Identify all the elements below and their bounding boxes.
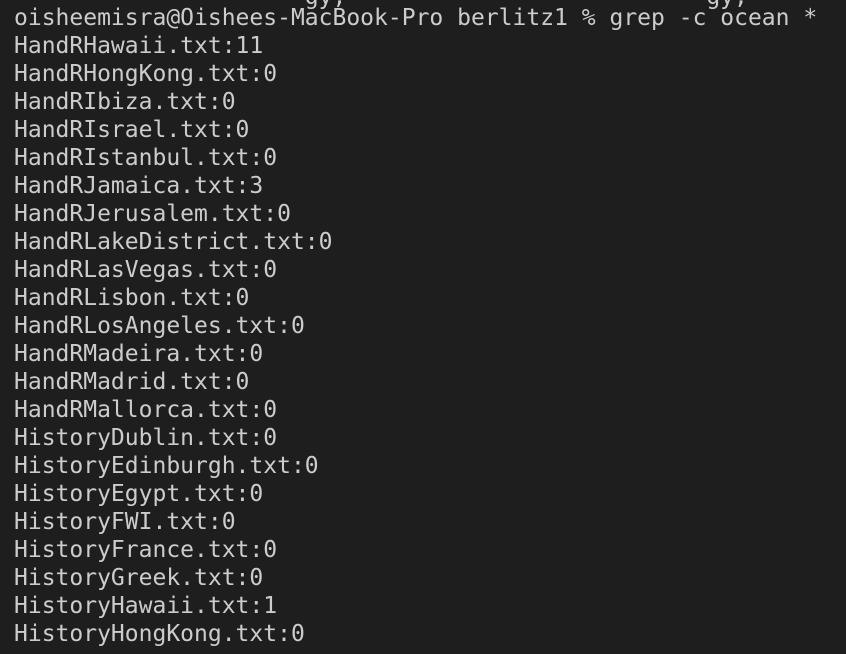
prompt-command: grep -c ocean * xyxy=(609,5,818,31)
output-line: HandRMadrid.txt:0 xyxy=(14,369,250,395)
output-line: HandRMallorca.txt:0 xyxy=(14,397,278,423)
output-line: HandRHongKong.txt:0 xyxy=(14,61,278,87)
output-line: HandRMadeira.txt:0 xyxy=(14,341,264,367)
output-line: HandRIbiza.txt:0 xyxy=(14,89,236,115)
output-line: HandRIsrael.txt:0 xyxy=(14,117,250,143)
output-line: HistoryEgypt.txt:0 xyxy=(14,481,264,507)
output-line: HandRHawaii.txt:11 xyxy=(14,33,264,59)
command-prompt-line: oisheemisra@Oishees-MacBook-Pro berlitz1… xyxy=(14,4,817,32)
output-line: HistoryDublin.txt:0 xyxy=(14,425,278,451)
terminal-buffer: oisheemisra@Oishees-MacBook-Pro berlitz1… xyxy=(14,4,817,648)
output-line: HistoryHawaii.txt:1 xyxy=(14,593,278,619)
output-line: HandRIstanbul.txt:0 xyxy=(14,145,278,171)
output-line: HandRLosAngeles.txt:0 xyxy=(14,313,305,339)
output-line: HandRLakeDistrict.txt:0 xyxy=(14,229,333,255)
output-line: HistoryGreek.txt:0 xyxy=(14,565,264,591)
output-line: HandRLisbon.txt:0 xyxy=(14,285,250,311)
terminal-window[interactable]: gy, gy, gy, oisheemisra@Oishees-MacBook-… xyxy=(0,0,846,654)
prompt-symbol: % xyxy=(581,5,596,31)
output-line: HistoryFrance.txt:0 xyxy=(14,537,278,563)
output-line: HandRJerusalem.txt:0 xyxy=(14,201,291,227)
output-line: HistoryEdinburgh.txt:0 xyxy=(14,453,319,479)
output-line: HistoryFWI.txt:0 xyxy=(14,509,236,535)
output-line: HandRLasVegas.txt:0 xyxy=(14,257,278,283)
prompt-user-host: oisheemisra@Oishees-MacBook-Pro xyxy=(14,5,444,31)
prompt-directory: berlitz1 xyxy=(457,5,568,31)
output-line: HistoryHongKong.txt:0 xyxy=(14,621,305,647)
output-line: HandRJamaica.txt:3 xyxy=(14,173,264,199)
